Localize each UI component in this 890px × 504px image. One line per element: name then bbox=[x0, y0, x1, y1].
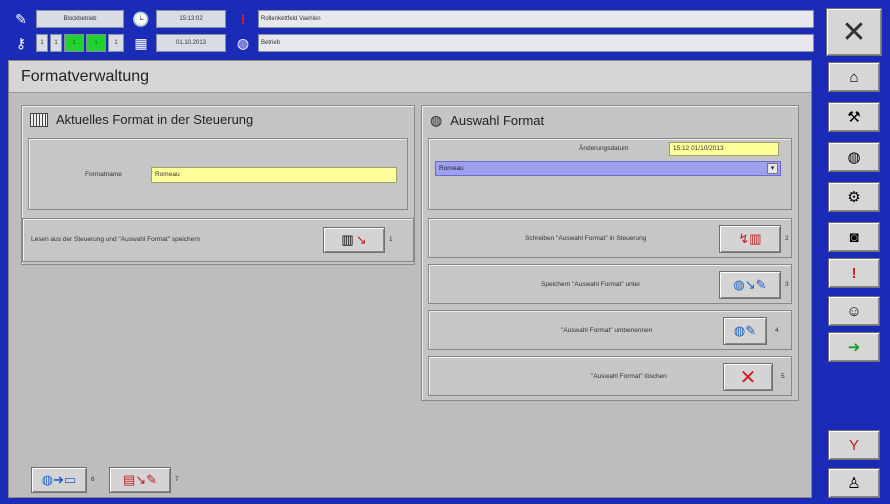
settings-icon[interactable]: ⚙ bbox=[828, 182, 880, 212]
action-row-delete: "Auswahl Format" löschen ✕ 5 bbox=[428, 356, 792, 396]
alarm-message[interactable]: Rollenkettfeld Vaehlen bbox=[258, 10, 814, 28]
key-icon[interactable]: ⚷ bbox=[10, 33, 32, 53]
action-rename-index: 4 bbox=[775, 327, 779, 334]
indicator-3: 1 bbox=[64, 34, 84, 52]
write-to-plc-icon: ↯▥ bbox=[738, 231, 762, 246]
info-globe-icon: ◍ bbox=[236, 35, 250, 51]
mode-display: Blockbetrieb bbox=[36, 10, 124, 28]
tools-icon[interactable]: ⚒ bbox=[828, 102, 880, 132]
select-format-icon: ◍ bbox=[430, 112, 443, 128]
rename-icon: ◍✎ bbox=[733, 323, 757, 338]
format-name-label: Formatname bbox=[85, 171, 122, 178]
action-row-save-as: Speichern "Auswahl Format" unter ◍↘✎ 3 bbox=[428, 264, 792, 304]
read-arrow-icon: ↘ bbox=[355, 232, 367, 247]
plc-format-icon bbox=[30, 112, 48, 127]
write-to-plc-button[interactable]: ↯▥ bbox=[719, 225, 781, 253]
action-save-as-index: 3 bbox=[785, 281, 789, 288]
export-button[interactable]: ◍➜▭ bbox=[31, 467, 87, 493]
user-icon[interactable]: ☺ bbox=[828, 296, 880, 326]
info-message[interactable]: Betrieb bbox=[258, 34, 814, 52]
binoculars-icon[interactable]: ◙ bbox=[828, 222, 880, 252]
usb-import-icon: ▤↘✎ bbox=[122, 472, 158, 487]
action-row-write: Schreiben "Auswahl Format" in Steuerung … bbox=[428, 218, 792, 258]
pen-icon[interactable]: ✎ bbox=[10, 9, 32, 29]
format-select[interactable]: Romeau ▾ bbox=[435, 161, 781, 176]
select-format-header: Auswahl Format bbox=[450, 113, 545, 128]
usb-import-button[interactable]: ▤↘✎ bbox=[109, 467, 171, 493]
indicator-5: 1 bbox=[108, 34, 124, 52]
time-display: 15:13:02 bbox=[156, 10, 226, 28]
delete-button[interactable]: ✕ bbox=[723, 363, 773, 391]
right-sidebar: ✕ ⌂ ⚒ ◍ ⚙ ◙ ! ☺ ➜ Y ♙ bbox=[818, 0, 890, 504]
page-title: Formatverwaltung bbox=[9, 61, 811, 93]
action-write-label: Schreiben "Auswahl Format" in Steuerung bbox=[525, 235, 647, 242]
current-format-header: Aktuelles Format in der Steuerung bbox=[56, 112, 254, 127]
read-from-plc-row: Lesen aus der Steuerung und "Auswahl For… bbox=[22, 218, 414, 262]
close-x-icon[interactable]: ✕ bbox=[826, 8, 882, 56]
export-index: 6 bbox=[91, 476, 95, 483]
user-login-icon[interactable]: ♙ bbox=[828, 468, 880, 498]
change-date-field: 15:12 01/10/2013 bbox=[669, 142, 779, 156]
save-as-icon: ◍↘✎ bbox=[733, 277, 767, 292]
format-name-group: Formatname Romeau bbox=[28, 138, 408, 210]
plc-icon: ▥ bbox=[341, 232, 354, 247]
select-format-panel: ◍ Auswahl Format Änderungsdatum 15:12 01… bbox=[421, 105, 799, 401]
format-select-value: Romeau bbox=[439, 165, 464, 172]
date-display: 01.10.2013 bbox=[156, 34, 226, 52]
action-write-index: 2 bbox=[785, 235, 789, 242]
action-delete-label: "Auswahl Format" löschen bbox=[591, 373, 667, 380]
arrow-globe-icon[interactable]: ➜ bbox=[828, 332, 880, 362]
read-index: 1 bbox=[389, 236, 393, 243]
read-from-plc-label: Lesen aus der Steuerung und "Auswahl For… bbox=[31, 236, 201, 243]
action-save-as-label: Speichern "Auswahl Format" unter bbox=[541, 281, 641, 288]
format-name-field: Romeau bbox=[151, 167, 397, 183]
clock-icon: 🕒 bbox=[132, 11, 150, 27]
action-row-rename: "Auswahl Format" umbenennen ◍✎ 4 bbox=[428, 310, 792, 350]
calendar-icon: ▦ bbox=[134, 35, 148, 51]
delete-icon: ✕ bbox=[739, 366, 757, 389]
alarm-button-icon[interactable]: ! bbox=[828, 258, 880, 288]
rename-button[interactable]: ◍✎ bbox=[723, 317, 767, 345]
save-as-button[interactable]: ◍↘✎ bbox=[719, 271, 781, 299]
action-delete-index: 5 bbox=[781, 373, 785, 380]
status-bar: ✎ Blockbetrieb 🕒 15:13:02 ! Rollenkettfe… bbox=[8, 6, 816, 54]
read-from-plc-button[interactable]: ▥ ↘ bbox=[323, 227, 385, 253]
screen-frame: ✎ Blockbetrieb 🕒 15:13:02 ! Rollenkettfe… bbox=[0, 0, 890, 504]
indicator-2: 1 bbox=[50, 34, 62, 52]
change-date-label: Änderungsdatum bbox=[579, 145, 629, 152]
action-rename-label: "Auswahl Format" umbenennen bbox=[561, 327, 653, 334]
alarm-icon[interactable]: ! bbox=[232, 9, 254, 29]
indicator-1: 1 bbox=[36, 34, 48, 52]
globe-icon[interactable]: ◍ bbox=[828, 142, 880, 172]
usb-import-index: 7 bbox=[175, 476, 179, 483]
main-area: Formatverwaltung Aktuelles Format in der… bbox=[8, 60, 812, 498]
indicator-4: 1 bbox=[86, 34, 106, 52]
chevron-down-icon[interactable]: ▾ bbox=[767, 163, 778, 174]
export-icon: ◍➜▭ bbox=[41, 472, 77, 487]
home-icon[interactable]: ⌂ bbox=[828, 62, 880, 92]
select-format-group: Änderungsdatum 15:12 01/10/2013 Romeau ▾ bbox=[428, 138, 792, 210]
current-format-panel: Aktuelles Format in der Steuerung Format… bbox=[21, 105, 415, 265]
warning-antenna-icon[interactable]: Y bbox=[828, 430, 880, 460]
